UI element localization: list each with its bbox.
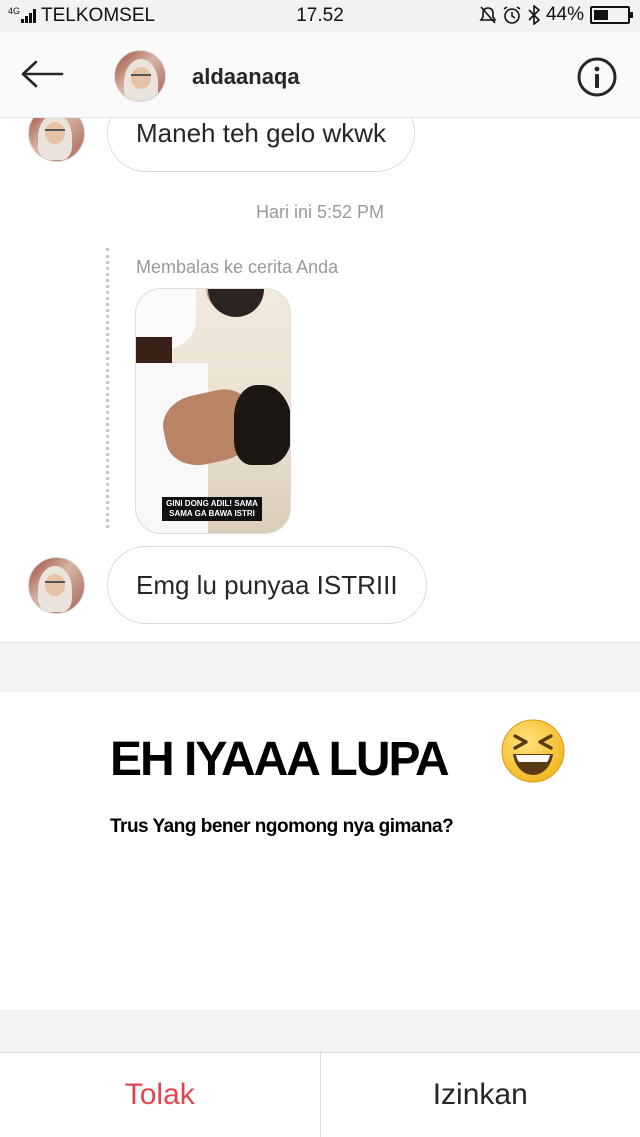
meme-panel: EH IYAAA LUPA Trus Yang bener ngomong ny…: [0, 692, 640, 1010]
request-actions: Tolak Izinkan: [0, 1052, 640, 1137]
story-reply-thumbnail[interactable]: GINI DONG ADIL! SAMA SAMA GA BAWA ISTRI: [135, 288, 291, 534]
sender-avatar[interactable]: [28, 118, 85, 162]
meme-subline: Trus Yang bener ngomong nya gimana?: [110, 816, 454, 837]
divider: [0, 1010, 640, 1052]
reply-indicator-line: [106, 248, 109, 528]
header-username[interactable]: aldaanaqa: [192, 64, 300, 90]
message-row: Emg lu punyaa ISTRIII: [28, 546, 427, 624]
mute-icon: [479, 6, 497, 24]
bluetooth-icon: [528, 5, 541, 25]
message-bubble[interactable]: Emg lu punyaa ISTRIII: [107, 546, 427, 624]
status-bar: 4G TELKOMSEL 17.52 44%: [0, 0, 640, 32]
battery-icon: [590, 6, 633, 24]
message-bubble[interactable]: Maneh teh gelo wkwk: [107, 118, 416, 172]
allow-button[interactable]: Izinkan: [321, 1053, 640, 1137]
divider: [0, 642, 640, 692]
message-row: Maneh teh gelo wkwk: [28, 118, 416, 172]
sender-avatar[interactable]: [28, 556, 85, 614]
back-arrow-icon: [21, 60, 64, 88]
meme-headline: EH IYAAA LUPA: [110, 733, 450, 786]
reply-label: Membalas ke cerita Anda: [136, 257, 339, 277]
story-caption: GINI DONG ADIL! SAMA SAMA GA BAWA ISTRI: [162, 497, 262, 521]
message-timestamp: Hari ini 5:52 PM: [255, 202, 385, 222]
status-right: 44%: [478, 4, 633, 26]
alarm-icon: [503, 6, 521, 24]
chat-header: aldaanaqa: [0, 32, 640, 118]
battery-percent: 44%: [545, 4, 584, 25]
deny-button[interactable]: Tolak: [0, 1053, 321, 1137]
info-icon[interactable]: [576, 56, 618, 98]
header-avatar[interactable]: [114, 50, 166, 102]
grinning-squinting-face-icon: [501, 719, 565, 783]
back-button[interactable]: [18, 54, 66, 94]
message-thread[interactable]: Maneh teh gelo wkwk Hari ini 5:52 PM Mem…: [0, 118, 640, 642]
battery-fill: [594, 10, 608, 20]
